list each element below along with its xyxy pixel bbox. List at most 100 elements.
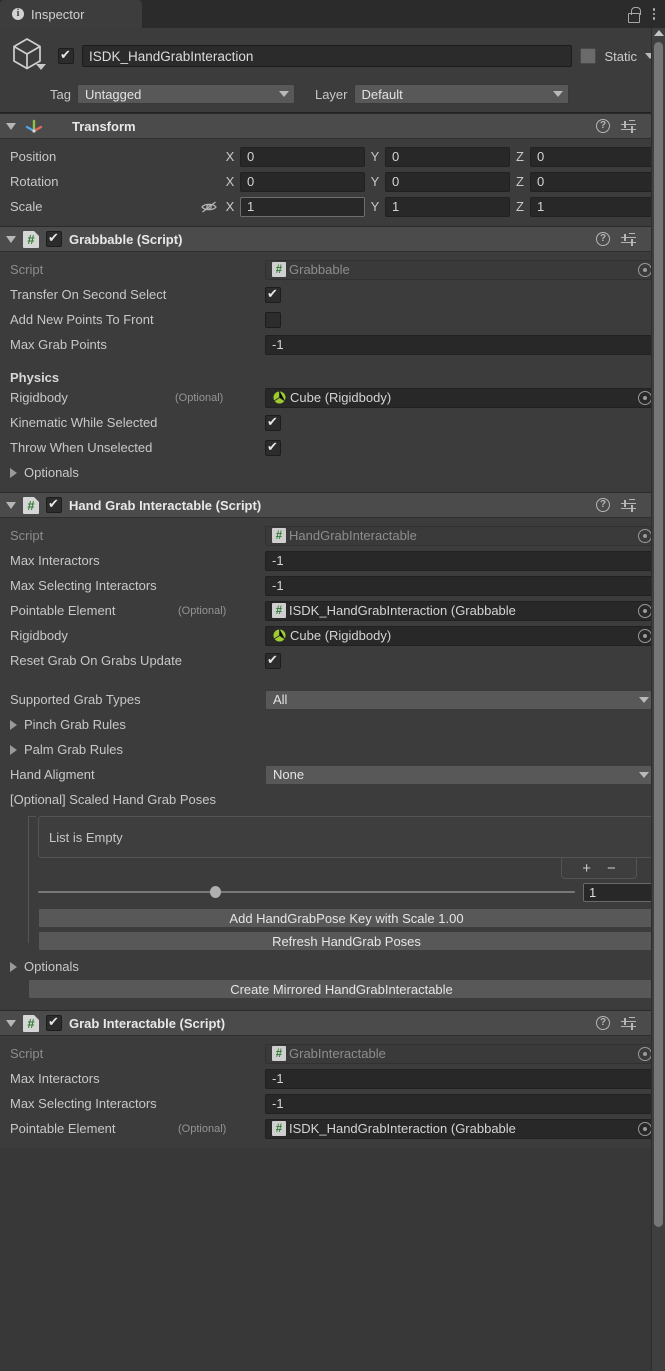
transfer-on-second-select-checkbox[interactable] [265,286,281,303]
foldout-arrow-icon[interactable] [6,501,16,509]
add-handgrabpose-key-button[interactable]: Add HandGrabPose Key with Scale 1.00 [38,908,655,928]
axis-z-label: Z [516,174,524,189]
component-enabled-checkbox[interactable] [46,230,62,247]
max-grab-points-input[interactable]: -1 [265,334,655,355]
add-item-button[interactable]: + [582,861,591,876]
foldout-optionals-handgrab[interactable]: Optionals [10,954,655,979]
kebab-menu-icon[interactable] [649,8,659,20]
unlocked-padlock-icon[interactable] [626,7,641,23]
max-interactors-input[interactable]: -1 [265,1068,655,1089]
preset-settings-icon[interactable] [621,119,636,133]
remove-item-button[interactable]: − [607,861,616,876]
scale-slider[interactable] [38,886,575,898]
preset-settings-icon[interactable] [621,1016,636,1030]
scale-slider-row: 1 [38,879,655,905]
tab-inspector[interactable]: i Inspector [0,0,142,28]
reset-grab-on-grabs-update-checkbox[interactable] [265,652,281,669]
pointable-element-value: ISDK_HandGrabInteraction (Grabbable [289,1121,516,1136]
create-mirrored-handgrabinteractable-button[interactable]: Create Mirrored HandGrabInteractable [28,979,655,999]
position-z-input[interactable]: 0 [530,146,655,167]
help-icon[interactable]: ? [596,1016,610,1030]
position-y-input[interactable]: 0 [385,146,510,167]
refresh-handgrab-poses-button[interactable]: Refresh HandGrab Poses [38,931,655,951]
object-picker-icon[interactable] [638,628,652,643]
foldout-pinch-grab-rules[interactable]: Pinch Grab Rules [10,712,655,737]
max-selecting-interactors-input[interactable]: -1 [265,575,655,596]
foldout-optionals-grabbable[interactable]: Optionals [10,460,655,485]
gameobject-enabled-checkbox[interactable] [58,47,74,64]
component-header-grab-interactable[interactable]: # Grab Interactable (Script) ? [0,1010,665,1036]
axis-y-label: Y [370,149,380,164]
preset-settings-icon[interactable] [621,498,636,512]
property-row-position: Position X 0 Y 0 Z 0 [10,144,655,169]
cs-script-icon: # [23,1014,39,1032]
hand-grab-poses-list[interactable]: List is Empty [38,816,655,858]
max-interactors-input[interactable]: -1 [265,550,655,571]
foldout-arrow-icon[interactable] [6,1019,16,1027]
scale-z-input[interactable]: 1 [530,196,655,217]
rotation-x-input[interactable]: 0 [240,171,365,192]
gameobject-header: ISDK_HandGrabInteraction Static Tag Unta… [0,28,665,113]
gameobject-name-input[interactable]: ISDK_HandGrabInteraction [82,45,573,67]
preset-settings-icon[interactable] [621,232,636,246]
scale-slider-thumb[interactable] [210,886,222,898]
info-icon: i [12,8,24,20]
position-x-input[interactable]: 0 [240,146,365,167]
scroll-up-arrow-icon[interactable] [653,30,664,36]
help-icon[interactable]: ? [596,498,610,512]
property-label: Script [10,528,44,543]
rigidbody-object-field[interactable]: Cube (Rigidbody) [265,387,655,408]
component-header-transform[interactable]: Transform ? [0,113,665,139]
gameobject-icon[interactable] [8,36,50,76]
tag-dropdown[interactable]: Untagged [76,84,295,104]
rigidbody-object-field[interactable]: Cube (Rigidbody) [265,625,655,646]
vertical-scrollbar[interactable] [651,28,665,1371]
cs-script-icon: # [272,262,286,277]
rigidbody-icon [272,390,287,405]
max-selecting-interactors-input[interactable]: -1 [265,1093,655,1114]
cs-script-icon: # [272,1046,286,1061]
property-label: Add New Points To Front [10,312,154,327]
supported-grab-types-dropdown[interactable]: All [265,689,655,710]
foldout-palm-grab-rules[interactable]: Palm Grab Rules [10,737,655,762]
property-label: Script [10,1046,44,1061]
property-row-rotation: Rotation X 0 Y 0 Z 0 [10,169,655,194]
object-picker-icon[interactable] [638,390,652,405]
layer-dropdown[interactable]: Default [353,84,569,104]
axis-z-label: Z [516,199,524,214]
component-enabled-checkbox[interactable] [46,1014,62,1031]
pointable-element-object-field[interactable]: # ISDK_HandGrabInteraction (Grabbable [265,1118,655,1139]
object-picker-icon[interactable] [638,603,652,618]
hand-alignment-dropdown[interactable]: None [265,764,655,785]
add-new-points-to-front-checkbox[interactable] [265,311,281,328]
scale-value-input[interactable]: 1 [583,882,655,902]
component-header-grabbable[interactable]: # Grabbable (Script) ? [0,226,665,252]
rotation-z-input[interactable]: 0 [530,171,655,192]
component-header-hand-grab-interactable[interactable]: # Hand Grab Interactable (Script) ? [0,492,665,518]
kinematic-while-selected-checkbox[interactable] [265,414,281,431]
script-value: HandGrabInteractable [289,528,417,543]
object-picker-icon[interactable] [638,1046,652,1061]
property-label: Position [10,149,57,164]
chevron-down-icon [278,91,289,97]
property-row-script: Script # Grabbable [10,257,655,282]
object-picker-icon[interactable] [638,1121,652,1136]
foldout-arrow-icon [10,744,17,755]
eye-off-icon[interactable] [200,199,218,215]
pointable-element-object-field[interactable]: # ISDK_HandGrabInteraction (Grabbable [265,600,655,621]
foldout-arrow-icon[interactable] [6,122,16,130]
scale-y-input[interactable]: 1 [385,196,510,217]
rotation-y-input[interactable]: 0 [385,171,510,192]
throw-when-unselected-checkbox[interactable] [265,439,281,456]
script-field: # Grabbable [265,259,655,280]
object-picker-icon[interactable] [638,262,652,277]
static-checkbox[interactable] [580,48,597,64]
object-picker-icon[interactable] [638,528,652,543]
scale-x-input[interactable]: 1 [240,196,365,217]
help-icon[interactable]: ? [596,232,610,246]
help-icon[interactable]: ? [596,119,610,133]
component-enabled-checkbox[interactable] [46,496,62,513]
foldout-arrow-icon[interactable] [6,235,16,243]
scrollbar-thumb[interactable] [654,42,663,1227]
script-value: GrabInteractable [289,1046,386,1061]
